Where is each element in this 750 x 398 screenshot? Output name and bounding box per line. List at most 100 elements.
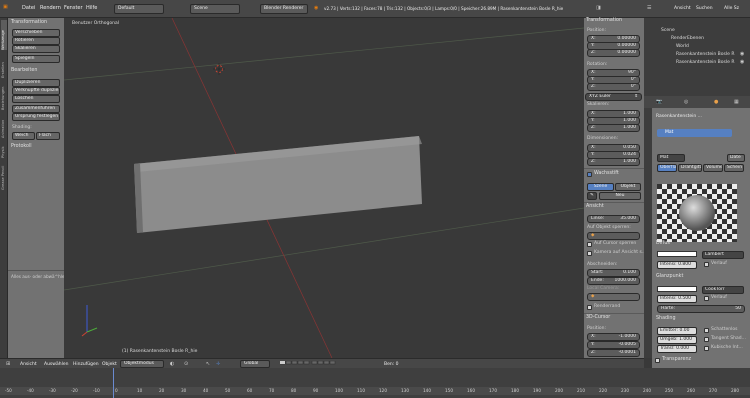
clip-start-field[interactable]: Start: 0.100: [587, 269, 640, 277]
cursor-title[interactable]: 3D-Cursor: [586, 315, 610, 320]
lock-cursor-checkbox[interactable]: [587, 242, 592, 247]
grease-pencil-title[interactable]: Wachsstift: [594, 171, 619, 176]
menu-help[interactable]: Hilfe: [86, 5, 97, 11]
cursor-y-field[interactable]: Y: -0.0005: [587, 341, 640, 349]
editor-type-icon[interactable]: ▣: [3, 4, 8, 10]
cubic-interp-checkbox[interactable]: [704, 346, 709, 351]
translucency-field[interactable]: Transl: 0.000: [657, 345, 697, 353]
shade-flat-button[interactable]: Flach: [36, 132, 60, 140]
local-camera-field[interactable]: ◆: [587, 293, 640, 301]
fullscreen-icon[interactable]: ◨: [596, 5, 601, 11]
manipulator-icon[interactable]: ↖: [206, 361, 210, 367]
outliner-item-object-1[interactable]: Rasenkantenstein Bosle R: [676, 52, 734, 57]
material-tab-icon[interactable]: ●: [714, 99, 718, 105]
delete-button[interactable]: Löschen: [12, 95, 60, 103]
lock-object-field[interactable]: ◆: [587, 232, 640, 240]
diffuse-color-swatch[interactable]: [657, 251, 697, 257]
rotation-mode-select[interactable]: XYZ Euler ⇕: [585, 93, 642, 101]
outliner-item-world[interactable]: World: [676, 44, 689, 49]
world-tab-icon[interactable]: ◎: [684, 99, 688, 105]
tab-physics[interactable]: Physik: [1, 140, 7, 158]
grease-object-button[interactable]: Objekt: [615, 183, 641, 191]
shading-mode-icon[interactable]: ◐: [170, 361, 174, 367]
outliner-editor-icon[interactable]: ☰: [647, 5, 651, 11]
render-border-checkbox[interactable]: [587, 305, 592, 310]
rotation-z-field[interactable]: Z: 0°: [587, 83, 640, 91]
specular-ramp-checkbox[interactable]: [704, 296, 709, 301]
n-transform-title[interactable]: Transformation: [586, 18, 622, 23]
layout-select[interactable]: Default: [114, 4, 164, 14]
diffuse-title[interactable]: Diffus: [656, 241, 670, 246]
material-slot-list[interactable]: Mat: [657, 129, 732, 137]
viewport-editor-icon[interactable]: ⊞: [6, 361, 10, 367]
viewport-menu-add[interactable]: Hinzufügen: [73, 362, 99, 367]
section-history[interactable]: Protokoll: [11, 144, 32, 149]
outliner-menu-search[interactable]: Suchen: [696, 6, 713, 11]
render-engine-select[interactable]: Blender Renderer: [260, 4, 308, 14]
current-frame-line[interactable]: [113, 368, 114, 398]
texture-tab-icon[interactable]: ▦: [734, 99, 739, 105]
mode-select[interactable]: Objektmodus: [120, 360, 164, 368]
tab-tools[interactable]: Werkzeuge: [1, 20, 7, 50]
mirror-button[interactable]: Spiegeln: [12, 55, 60, 63]
snap-label[interactable]: Ben: 0: [384, 362, 399, 367]
grease-browse-button[interactable]: ✎: [587, 192, 597, 200]
outliner-item-object-2[interactable]: Rasenkantenstein Bosle R: [676, 60, 734, 65]
section-edit[interactable]: Bearbeiten: [11, 68, 37, 73]
set-origin-button[interactable]: Ursprung festlegen: [12, 113, 60, 121]
specular-shader-select[interactable]: CookTorr: [702, 286, 744, 294]
menu-file[interactable]: Datei: [22, 5, 35, 11]
outliner-item-scene[interactable]: Scene: [661, 28, 675, 33]
shading-title[interactable]: Shading: [656, 316, 676, 321]
shade-smooth-button[interactable]: Weich: [12, 132, 35, 140]
viewport-menu-object[interactable]: Objekt: [102, 362, 117, 367]
outliner-item-renderlayers[interactable]: RenderEbenen: [671, 36, 704, 41]
timeline[interactable]: -50 -40 -30 -20 -10 0 10 20 30 40 50 60 70 80 90 100 110…: [0, 368, 750, 398]
lock-camera-checkbox[interactable]: [587, 251, 592, 256]
pivot-icon[interactable]: ⊙: [184, 361, 188, 367]
duplicate-linked-button[interactable]: Verknüpfte duplizie...: [12, 87, 60, 95]
section-transform[interactable]: Transformation: [11, 20, 47, 25]
emit-field[interactable]: Emitter: 0.00: [657, 327, 697, 335]
tab-animation[interactable]: Animation: [1, 112, 7, 138]
viewport-menu-select[interactable]: Auswählen: [44, 362, 68, 367]
diffuse-shader-select[interactable]: Lambert: [702, 251, 744, 259]
scene-select[interactable]: Scene: [190, 4, 240, 14]
layer-buttons[interactable]: [279, 360, 340, 367]
translate-button[interactable]: Verschieben: [12, 29, 60, 37]
translate-manipulator-icon[interactable]: ✛: [216, 361, 220, 367]
tab-relations[interactable]: Beziehungen: [1, 80, 7, 110]
scale-button[interactable]: Skalieren: [12, 45, 60, 53]
clip-end-field[interactable]: Ende: 1000.000: [587, 277, 640, 285]
ambient-field[interactable]: Umgeb: 1.000: [657, 336, 697, 344]
location-z-field[interactable]: Z: 0.00000: [587, 49, 640, 57]
tab-wire[interactable]: Drahtgitter: [678, 164, 702, 172]
render-tab-icon[interactable]: 📷: [656, 99, 662, 105]
join-button[interactable]: Zusammenführen: [12, 105, 60, 113]
menu-window[interactable]: Fenster: [64, 5, 83, 11]
transparency-checkbox[interactable]: [655, 358, 660, 363]
diffuse-ramp-checkbox[interactable]: [704, 262, 709, 267]
menu-render[interactable]: Rendern: [40, 5, 61, 11]
dimension-z-field[interactable]: Z: 1.000: [587, 158, 640, 166]
specular-title[interactable]: Glanzpunkt: [656, 274, 683, 279]
diffuse-intensity-field[interactable]: Intensi: 0.800: [657, 261, 697, 269]
visibility-eye-icon[interactable]: ◉: [740, 51, 744, 57]
cursor-z-field[interactable]: Z: -0.0001: [587, 349, 640, 357]
material-name-field[interactable]: Mat: [657, 154, 685, 162]
scale-z-field[interactable]: Z: 1.000: [587, 124, 640, 132]
shadeless-checkbox[interactable]: [704, 328, 709, 333]
view-title[interactable]: Ansicht: [586, 204, 604, 209]
lens-field[interactable]: Linse: 35.000: [587, 215, 640, 223]
tab-surface[interactable]: Oberfläche: [657, 164, 677, 172]
outliner-menu-view[interactable]: Ansicht: [674, 6, 691, 11]
last-operator-label[interactable]: Alles aus- oder abwä^hle: [11, 274, 65, 279]
tab-volume[interactable]: Volumen: [703, 164, 723, 172]
hardness-field[interactable]: Härte: 50: [657, 305, 745, 313]
tab-grease-pencil[interactable]: Grease Pencil: [1, 160, 7, 190]
specular-color-swatch[interactable]: [657, 286, 697, 292]
tangent-shading-checkbox[interactable]: [704, 337, 709, 342]
orientation-select[interactable]: Global: [240, 360, 270, 368]
tab-halo[interactable]: Schein: [724, 164, 744, 172]
specular-intensity-field[interactable]: Intensi: 0.500: [657, 295, 697, 303]
